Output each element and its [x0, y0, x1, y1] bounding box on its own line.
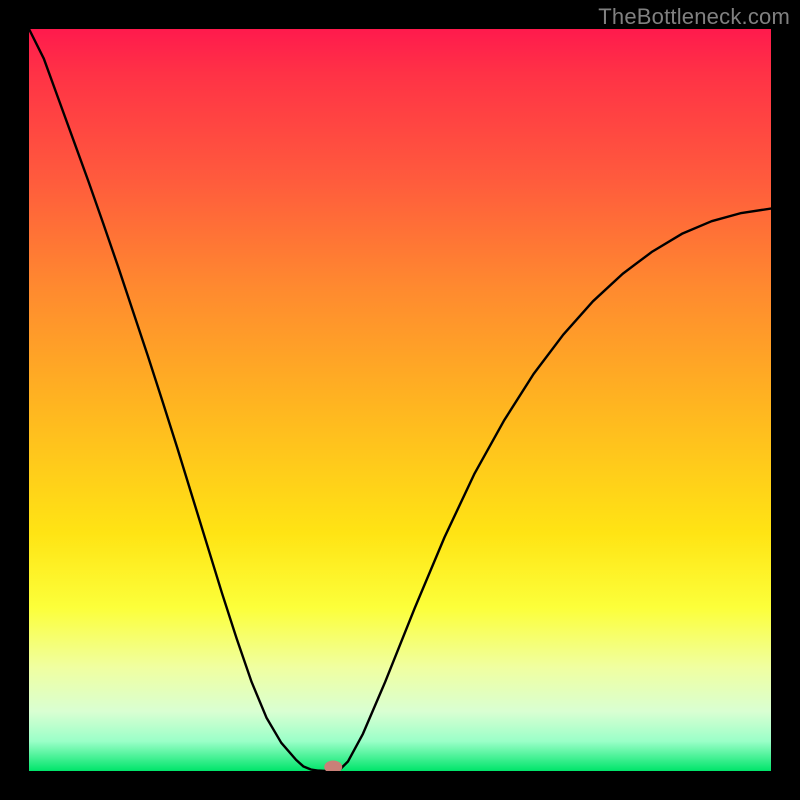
plot-area: [29, 29, 771, 771]
watermark-text: TheBottleneck.com: [598, 4, 790, 30]
chart-root: TheBottleneck.com: [0, 0, 800, 800]
bottleneck-curve: [29, 29, 771, 771]
